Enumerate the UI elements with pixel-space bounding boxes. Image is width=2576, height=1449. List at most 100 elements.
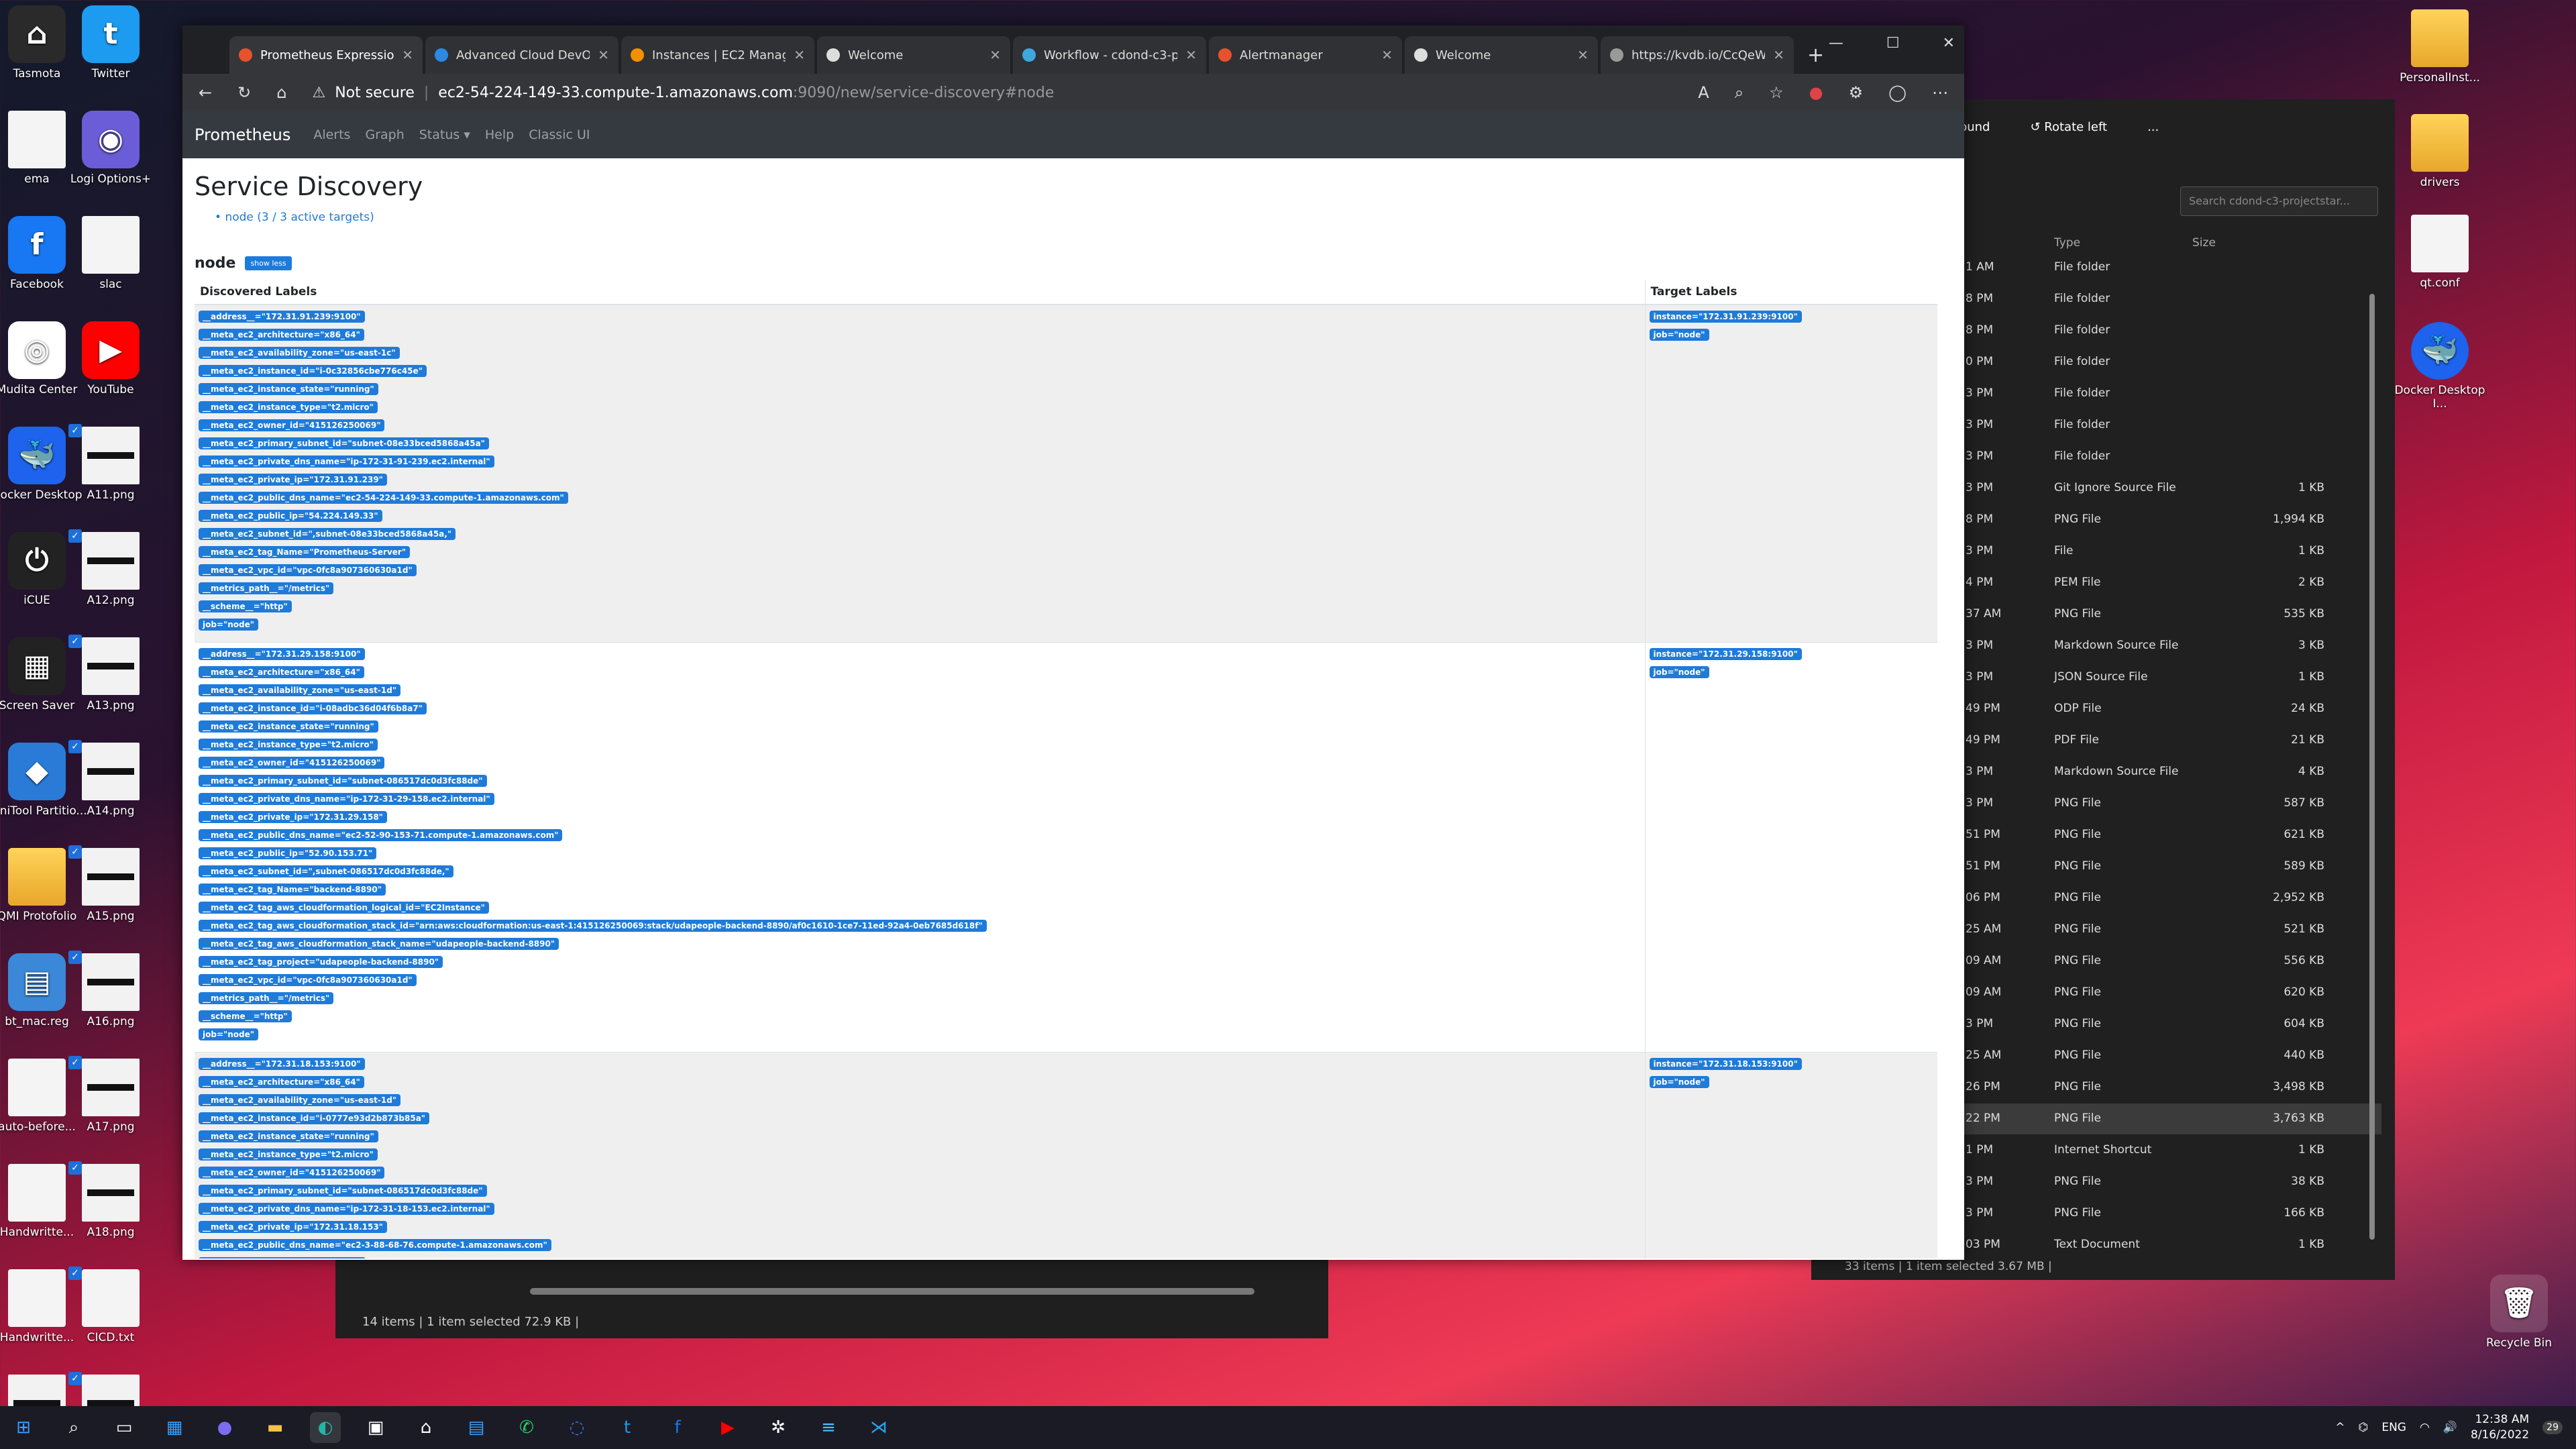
taskbar-app-3-icon[interactable]: ▤ <box>461 1412 492 1443</box>
taskbar-signal-icon[interactable]: ◌ <box>561 1412 592 1443</box>
close-icon[interactable]: ✕ <box>1943 35 1955 52</box>
taskbar-chat-icon[interactable]: ● <box>209 1412 240 1443</box>
tab-close-icon[interactable]: ✕ <box>598 47 609 63</box>
desktop-icon[interactable]: 🐳 Docker Desktop I... <box>2390 322 2490 411</box>
desktop-icon[interactable]: drivers <box>2390 114 2490 189</box>
nav-link[interactable]: Alerts <box>313 127 350 142</box>
checkbox-icon[interactable]: ✓ <box>68 1267 82 1280</box>
checkbox-icon[interactable]: ✓ <box>68 529 82 543</box>
nav-link[interactable]: Graph <box>365 127 404 142</box>
label-badge: __meta_ec2_architecture="x86_64" <box>199 1076 364 1088</box>
vertical-scrollbar[interactable] <box>2369 294 2375 1240</box>
checkbox-icon[interactable]: ✓ <box>68 635 82 648</box>
desktop-icon-recycle-bin[interactable]: 🗑 Recycle Bin <box>2469 1275 2569 1350</box>
tab-close-icon[interactable]: ✕ <box>1577 47 1589 63</box>
taskbar-tasmota-icon[interactable]: ⌂ <box>411 1412 441 1443</box>
browser-tab[interactable]: Welcome ✕ <box>1405 36 1598 74</box>
column-type[interactable]: Type <box>2054 236 2080 250</box>
desktop-icon[interactable]: ✓ A12.png <box>60 529 161 607</box>
desktop-icon[interactable]: qt.conf <box>2390 215 2490 290</box>
home-icon[interactable]: ⌂ <box>276 83 286 102</box>
desktop-icon[interactable]: PersonalInst... <box>2390 9 2490 85</box>
horizontal-scrollbar[interactable] <box>530 1288 1254 1295</box>
desktop-icon[interactable]: ✓ A16.png <box>60 951 161 1028</box>
menu-icon[interactable]: ⋯ <box>1932 83 1948 102</box>
clock[interactable]: 12:38 AM 8/16/2022 <box>2471 1412 2529 1443</box>
read-aloud-icon[interactable]: A <box>1698 83 1709 102</box>
nav-link[interactable]: Classic UI <box>529 127 590 142</box>
browser-tab[interactable]: https://kvdb.io/CcQeW ✕ <box>1601 36 1794 74</box>
lang-indicator[interactable]: ENG <box>2381 1421 2406 1434</box>
checkbox-icon[interactable]: ✓ <box>68 845 82 859</box>
tab-close-icon[interactable]: ✕ <box>794 47 805 63</box>
browser-tab[interactable]: Advanced Cloud DevOps ✕ <box>425 36 619 74</box>
tab-close-icon[interactable]: ✕ <box>402 47 413 63</box>
desktop-icon[interactable]: ✓ A18.png <box>60 1161 161 1239</box>
desktop-icon[interactable]: slac <box>60 216 161 291</box>
desktop-icon[interactable]: ✓ A15.png <box>60 845 161 923</box>
checkbox-icon[interactable]: ✓ <box>68 740 82 753</box>
desktop-icon[interactable]: ✓ A11.png <box>60 424 161 502</box>
show-less-button[interactable]: show less <box>245 256 292 270</box>
taskbar-twitter-icon[interactable]: t <box>612 1412 643 1443</box>
desktop-icon[interactable]: ✓ CICD.txt <box>60 1267 161 1344</box>
profile-icon[interactable]: ◯ <box>1888 83 1907 102</box>
browser-tab[interactable]: Welcome ✕ <box>817 36 1010 74</box>
target-pool-link[interactable]: • node (3 / 3 active targets) <box>215 211 1939 224</box>
nav-link[interactable]: Status ▾ <box>419 127 470 142</box>
checkbox-icon[interactable]: ✓ <box>68 1056 82 1069</box>
desktop-icon[interactable]: ▶ YouTube <box>60 321 161 396</box>
notification-badge[interactable]: 29 <box>2542 1421 2563 1434</box>
column-size[interactable]: Size <box>2192 236 2216 250</box>
tab-close-icon[interactable]: ✕ <box>1381 47 1393 63</box>
rotate-left-button[interactable]: ↺ Rotate left <box>2030 120 2107 134</box>
favorite-icon[interactable]: ☆ <box>1769 83 1784 102</box>
prometheus-brand[interactable]: Prometheus <box>195 125 290 144</box>
taskbar-widgets-icon[interactable]: ▦ <box>159 1412 190 1443</box>
url-field[interactable]: ⚠ Not secure | ec2-54-224-149-33.compute… <box>312 85 1054 101</box>
more-options-button[interactable]: ... <box>2147 120 2159 134</box>
taskbar-start-icon[interactable]: ⊞ <box>8 1412 39 1443</box>
tab-close-icon[interactable]: ✕ <box>989 47 1001 63</box>
browser-tab[interactable]: Prometheus Expression ✕ <box>229 36 423 74</box>
taskbar-file-explorer-icon[interactable]: ▬ <box>260 1412 290 1443</box>
taskbar-youtube-icon[interactable]: ▶ <box>712 1412 743 1443</box>
chevron-up-icon[interactable]: ^ <box>2335 1421 2345 1434</box>
taskbar-notepad-icon[interactable]: ≡ <box>813 1412 844 1443</box>
refresh-icon[interactable]: ↻ <box>237 83 251 102</box>
network-icon[interactable]: ⌬ <box>2359 1421 2369 1434</box>
browser-tab[interactable]: Workflow - cdond-c3-p ✕ <box>1013 36 1206 74</box>
nav-link[interactable]: Help <box>485 127 514 142</box>
desktop-icon[interactable]: ✓ A13.png <box>60 635 161 712</box>
checkbox-icon[interactable]: ✓ <box>68 424 82 437</box>
file-type: PNG File <box>2054 828 2101 841</box>
taskbar-facebook-icon[interactable]: f <box>662 1412 693 1443</box>
taskbar-store-icon[interactable]: ▣ <box>360 1412 391 1443</box>
desktop-icon[interactable]: ✓ A17.png <box>60 1056 161 1134</box>
taskbar-search-icon[interactable]: ⌕ <box>58 1412 89 1443</box>
taskbar-edge-icon[interactable]: ◐ <box>310 1412 341 1443</box>
taskbar-vscode-icon[interactable]: ⋊ <box>863 1412 894 1443</box>
browser-tab[interactable]: Alertmanager ✕ <box>1209 36 1402 74</box>
checkbox-icon[interactable]: ✓ <box>68 951 82 964</box>
desktop-icon[interactable]: ✓ A14.png <box>60 740 161 818</box>
checkbox-icon[interactable]: ✓ <box>68 1372 82 1385</box>
zoom-icon[interactable]: ⌕ <box>1735 83 1743 102</box>
checkbox-icon[interactable]: ✓ <box>68 1161 82 1175</box>
volume-icon[interactable]: 🔊 <box>2443 1421 2457 1434</box>
wifi-icon[interactable]: ◠ <box>2420 1421 2430 1434</box>
extension-icon[interactable]: ● <box>1809 83 1823 102</box>
desktop-icon[interactable]: ◉ Logi Options+ <box>60 111 161 186</box>
maximize-icon[interactable]: ☐ <box>1886 35 1900 52</box>
taskbar-chatgpt-icon[interactable]: ✲ <box>763 1412 794 1443</box>
minimize-icon[interactable]: — <box>1829 35 1843 52</box>
tab-close-icon[interactable]: ✕ <box>1185 47 1197 63</box>
desktop-icon[interactable]: t Twitter <box>60 5 161 80</box>
taskbar-whatsapp-icon[interactable]: ✆ <box>511 1412 542 1443</box>
extensions-icon[interactable]: ⚙ <box>1849 83 1864 102</box>
explorer-search-input[interactable]: Search cdond-c3-projectstar... <box>2180 186 2378 216</box>
browser-tab[interactable]: Instances | EC2 Manage ✕ <box>621 36 814 74</box>
taskbar-task-view-icon[interactable]: ▭ <box>109 1412 140 1443</box>
back-icon[interactable]: ← <box>199 83 212 102</box>
tab-close-icon[interactable]: ✕ <box>1773 47 1784 63</box>
